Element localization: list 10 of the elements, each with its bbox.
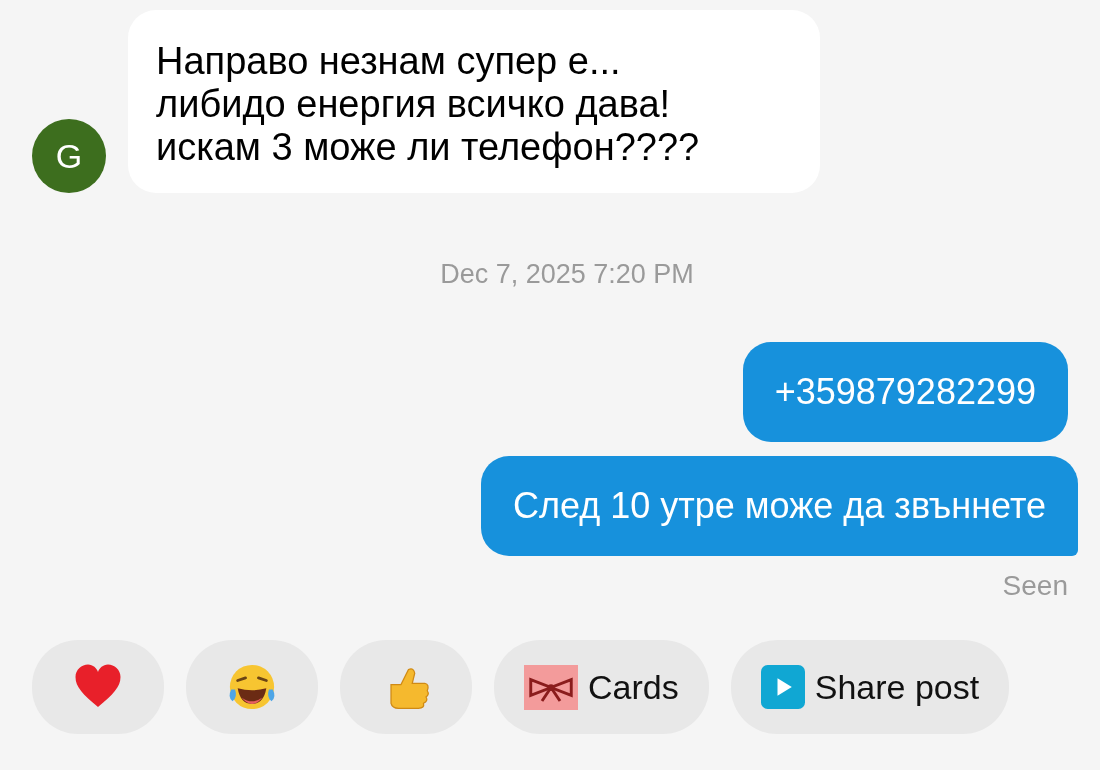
avatar[interactable]: G	[32, 119, 106, 193]
seen-status: Seen	[1002, 570, 1068, 602]
cards-button[interactable]: Cards	[494, 640, 709, 734]
message-bubble: Направо незнам супер е... либидо енергия всичко дава! искам 3 може ли телефон????	[128, 10, 820, 193]
share-post-button[interactable]: Share post	[730, 640, 1010, 734]
message-bubble: +359879282299	[742, 342, 1068, 442]
gift-bow-icon	[524, 664, 578, 710]
message-bubble: След 10 утре може да звъннете	[481, 456, 1078, 556]
timestamp: Dec 7, 2025 7:20 PM	[439, 259, 694, 290]
play-icon	[760, 665, 805, 709]
